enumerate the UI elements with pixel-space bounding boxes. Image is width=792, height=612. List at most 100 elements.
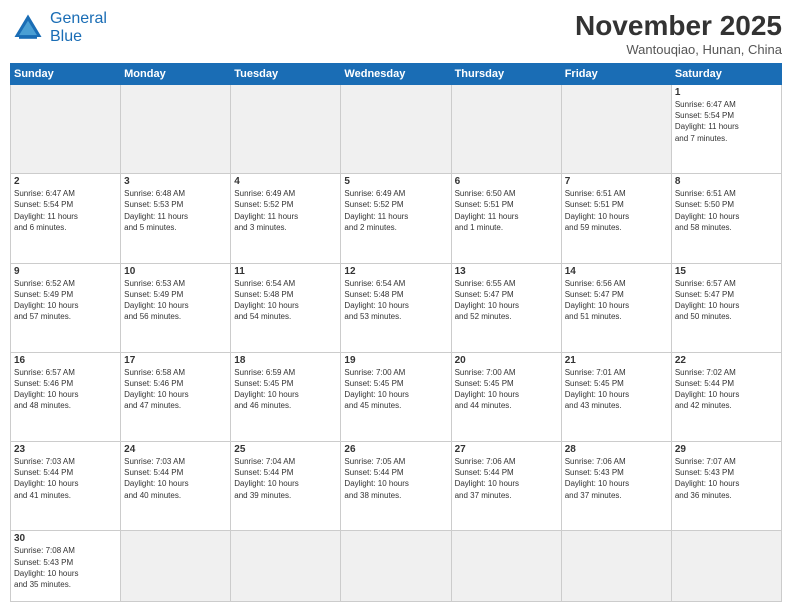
day-info: Sunrise: 6:56 AM Sunset: 5:47 PM Dayligh… (565, 278, 668, 323)
calendar-week-2: 9Sunrise: 6:52 AM Sunset: 5:49 PM Daylig… (11, 263, 782, 352)
day-number: 24 (124, 444, 227, 455)
calendar-cell: 25Sunrise: 7:04 AM Sunset: 5:44 PM Dayli… (231, 442, 341, 531)
day-number: 28 (565, 444, 668, 455)
day-info: Sunrise: 6:54 AM Sunset: 5:48 PM Dayligh… (344, 278, 447, 323)
calendar-cell: 11Sunrise: 6:54 AM Sunset: 5:48 PM Dayli… (231, 263, 341, 352)
calendar-cell: 28Sunrise: 7:06 AM Sunset: 5:43 PM Dayli… (561, 442, 671, 531)
day-info: Sunrise: 6:51 AM Sunset: 5:51 PM Dayligh… (565, 188, 668, 233)
calendar-cell (231, 531, 341, 602)
day-info: Sunrise: 6:57 AM Sunset: 5:46 PM Dayligh… (14, 367, 117, 412)
calendar-cell: 22Sunrise: 7:02 AM Sunset: 5:44 PM Dayli… (671, 352, 781, 441)
header-day-sunday: Sunday (11, 64, 121, 85)
day-number: 12 (344, 266, 447, 277)
day-info: Sunrise: 6:50 AM Sunset: 5:51 PM Dayligh… (455, 188, 558, 233)
day-info: Sunrise: 6:53 AM Sunset: 5:49 PM Dayligh… (124, 278, 227, 323)
day-number: 27 (455, 444, 558, 455)
calendar-cell: 4Sunrise: 6:49 AM Sunset: 5:52 PM Daylig… (231, 174, 341, 263)
calendar-cell: 26Sunrise: 7:05 AM Sunset: 5:44 PM Dayli… (341, 442, 451, 531)
day-number: 30 (14, 533, 117, 544)
calendar-cell (561, 85, 671, 174)
calendar-cell: 1Sunrise: 6:47 AM Sunset: 5:54 PM Daylig… (671, 85, 781, 174)
day-info: Sunrise: 7:08 AM Sunset: 5:43 PM Dayligh… (14, 545, 117, 590)
calendar-cell: 5Sunrise: 6:49 AM Sunset: 5:52 PM Daylig… (341, 174, 451, 263)
day-number: 3 (124, 176, 227, 187)
day-info: Sunrise: 6:52 AM Sunset: 5:49 PM Dayligh… (14, 278, 117, 323)
header-day-saturday: Saturday (671, 64, 781, 85)
calendar-cell (121, 531, 231, 602)
calendar-cell: 15Sunrise: 6:57 AM Sunset: 5:47 PM Dayli… (671, 263, 781, 352)
day-info: Sunrise: 7:06 AM Sunset: 5:44 PM Dayligh… (455, 456, 558, 501)
logo-blue: Blue (50, 28, 82, 45)
day-info: Sunrise: 6:49 AM Sunset: 5:52 PM Dayligh… (234, 188, 337, 233)
calendar-cell: 7Sunrise: 6:51 AM Sunset: 5:51 PM Daylig… (561, 174, 671, 263)
day-info: Sunrise: 6:51 AM Sunset: 5:50 PM Dayligh… (675, 188, 778, 233)
day-info: Sunrise: 6:47 AM Sunset: 5:54 PM Dayligh… (14, 188, 117, 233)
day-number: 26 (344, 444, 447, 455)
day-number: 20 (455, 355, 558, 366)
header-day-friday: Friday (561, 64, 671, 85)
day-number: 7 (565, 176, 668, 187)
day-number: 22 (675, 355, 778, 366)
header-day-monday: Monday (121, 64, 231, 85)
page: General Blue November 2025 Wantouqiao, H… (0, 0, 792, 612)
day-info: Sunrise: 6:57 AM Sunset: 5:47 PM Dayligh… (675, 278, 778, 323)
day-info: Sunrise: 7:04 AM Sunset: 5:44 PM Dayligh… (234, 456, 337, 501)
day-info: Sunrise: 6:47 AM Sunset: 5:54 PM Dayligh… (675, 99, 778, 144)
day-number: 18 (234, 355, 337, 366)
location-subtitle: Wantouqiao, Hunan, China (575, 42, 782, 57)
day-number: 21 (565, 355, 668, 366)
calendar-cell: 3Sunrise: 6:48 AM Sunset: 5:53 PM Daylig… (121, 174, 231, 263)
calendar-cell: 17Sunrise: 6:58 AM Sunset: 5:46 PM Dayli… (121, 352, 231, 441)
day-info: Sunrise: 6:48 AM Sunset: 5:53 PM Dayligh… (124, 188, 227, 233)
calendar-table: SundayMondayTuesdayWednesdayThursdayFrid… (10, 63, 782, 602)
day-number: 4 (234, 176, 337, 187)
day-number: 19 (344, 355, 447, 366)
calendar-cell: 8Sunrise: 6:51 AM Sunset: 5:50 PM Daylig… (671, 174, 781, 263)
calendar-cell (231, 85, 341, 174)
day-info: Sunrise: 6:55 AM Sunset: 5:47 PM Dayligh… (455, 278, 558, 323)
calendar-cell (451, 531, 561, 602)
calendar-cell: 16Sunrise: 6:57 AM Sunset: 5:46 PM Dayli… (11, 352, 121, 441)
day-number: 25 (234, 444, 337, 455)
month-title: November 2025 (575, 10, 782, 42)
day-number: 1 (675, 87, 778, 98)
calendar-cell: 6Sunrise: 6:50 AM Sunset: 5:51 PM Daylig… (451, 174, 561, 263)
day-number: 23 (14, 444, 117, 455)
calendar-week-3: 16Sunrise: 6:57 AM Sunset: 5:46 PM Dayli… (11, 352, 782, 441)
header-day-thursday: Thursday (451, 64, 561, 85)
day-info: Sunrise: 6:54 AM Sunset: 5:48 PM Dayligh… (234, 278, 337, 323)
calendar-cell: 10Sunrise: 6:53 AM Sunset: 5:49 PM Dayli… (121, 263, 231, 352)
day-info: Sunrise: 7:03 AM Sunset: 5:44 PM Dayligh… (124, 456, 227, 501)
logo-icon (10, 10, 46, 46)
day-number: 14 (565, 266, 668, 277)
calendar-cell (671, 531, 781, 602)
day-number: 5 (344, 176, 447, 187)
day-number: 8 (675, 176, 778, 187)
calendar-cell: 20Sunrise: 7:00 AM Sunset: 5:45 PM Dayli… (451, 352, 561, 441)
header-row: SundayMondayTuesdayWednesdayThursdayFrid… (11, 64, 782, 85)
header-day-wednesday: Wednesday (341, 64, 451, 85)
calendar-cell: 21Sunrise: 7:01 AM Sunset: 5:45 PM Dayli… (561, 352, 671, 441)
calendar-cell: 24Sunrise: 7:03 AM Sunset: 5:44 PM Dayli… (121, 442, 231, 531)
day-info: Sunrise: 7:00 AM Sunset: 5:45 PM Dayligh… (455, 367, 558, 412)
calendar-cell: 9Sunrise: 6:52 AM Sunset: 5:49 PM Daylig… (11, 263, 121, 352)
header-day-tuesday: Tuesday (231, 64, 341, 85)
day-number: 10 (124, 266, 227, 277)
day-number: 13 (455, 266, 558, 277)
day-info: Sunrise: 7:01 AM Sunset: 5:45 PM Dayligh… (565, 367, 668, 412)
calendar-cell (341, 85, 451, 174)
day-number: 2 (14, 176, 117, 187)
calendar-body: 1Sunrise: 6:47 AM Sunset: 5:54 PM Daylig… (11, 85, 782, 602)
logo: General Blue (10, 10, 107, 46)
day-info: Sunrise: 7:05 AM Sunset: 5:44 PM Dayligh… (344, 456, 447, 501)
calendar-cell: 30Sunrise: 7:08 AM Sunset: 5:43 PM Dayli… (11, 531, 121, 602)
calendar-cell (341, 531, 451, 602)
calendar-cell: 27Sunrise: 7:06 AM Sunset: 5:44 PM Dayli… (451, 442, 561, 531)
calendar-cell (11, 85, 121, 174)
day-number: 29 (675, 444, 778, 455)
calendar-cell (561, 531, 671, 602)
calendar-cell: 18Sunrise: 6:59 AM Sunset: 5:45 PM Dayli… (231, 352, 341, 441)
calendar-cell: 2Sunrise: 6:47 AM Sunset: 5:54 PM Daylig… (11, 174, 121, 263)
calendar-week-4: 23Sunrise: 7:03 AM Sunset: 5:44 PM Dayli… (11, 442, 782, 531)
day-info: Sunrise: 7:03 AM Sunset: 5:44 PM Dayligh… (14, 456, 117, 501)
